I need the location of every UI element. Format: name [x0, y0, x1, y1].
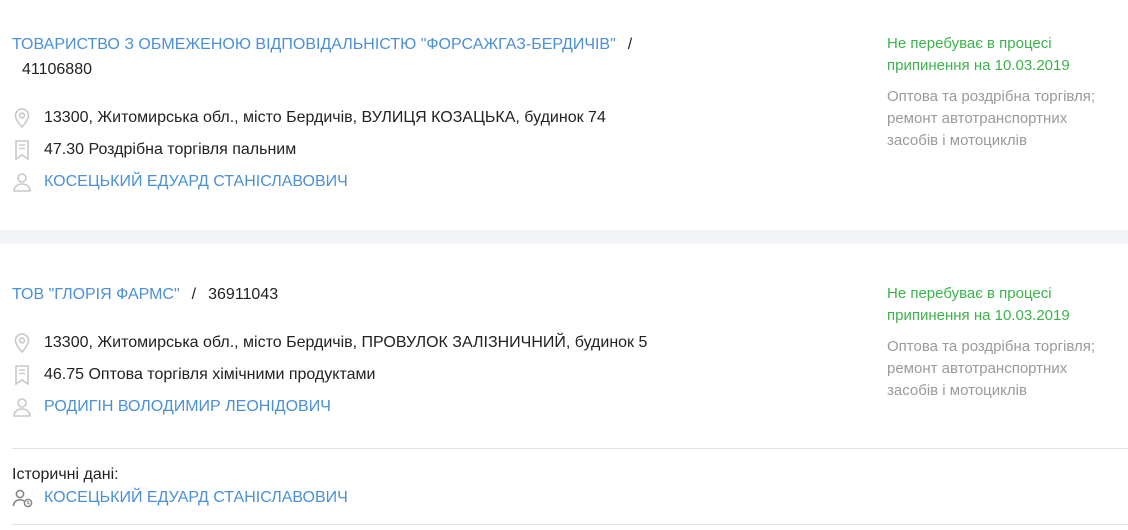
title-separator: / [627, 36, 633, 53]
activity-row: 46.75 Оптова торгівля хімічними продукта… [12, 363, 375, 387]
activity-row: 47.30 Роздрібна торгівля пальним [12, 138, 296, 162]
company-code: 41106880 [22, 61, 92, 78]
head-row: КОСЕЦЬКИЙ ЕДУАРД СТАНІСЛАВОВИЧ [12, 170, 348, 194]
bookmark-icon [12, 140, 32, 160]
company-title: ТОВ "ГЛОРІЯ ФАРМС" / 36911043 [12, 284, 278, 306]
head-row: РОДИГІН ВОЛОДИМИР ЛЕОНІДОВИЧ [12, 395, 331, 419]
history-divider [12, 448, 1128, 449]
person-history-icon [12, 488, 34, 508]
company-code: 36911043 [208, 286, 279, 303]
status-text: Не перебуває в процесі припинення на 10.… [887, 285, 1070, 324]
company-card-1: ТОВАРИСТВО З ОБМЕЖЕНОЮ ВІДПОВІДАЛЬНІСТЮ … [0, 0, 1128, 230]
card-separator [0, 230, 1128, 244]
kved-text: Оптова та роздрібна торгівля; ремонт авт… [887, 88, 1096, 149]
person-icon [12, 172, 32, 192]
company-name-link[interactable]: ТОВ "ГЛОРІЯ ФАРМС" [12, 286, 180, 303]
kved-text: Оптова та роздрібна торгівля; ремонт авт… [887, 338, 1096, 399]
address-row: 13300, Житомирська обл., місто Бердичів,… [12, 106, 606, 130]
bottom-divider [12, 524, 1128, 525]
activity-text: 47.30 Роздрібна торгівля пальним [44, 141, 297, 158]
address-text: 13300, Житомирська обл., місто Бердичів,… [44, 109, 606, 126]
title-separator: / [191, 286, 197, 303]
history-person-link[interactable]: КОСЕЦЬКИЙ ЕДУАРД СТАНІСЛАВОВИЧ [44, 489, 348, 507]
activity-text: 46.75 Оптова торгівля хімічними продукта… [44, 366, 376, 383]
company-name-link[interactable]: ТОВАРИСТВО З ОБМЕЖЕНОЮ ВІДПОВІДАЛЬНІСТЮ … [12, 36, 616, 53]
bookmark-icon [12, 365, 32, 385]
address-row: 13300, Житомирська обл., місто Бердичів,… [12, 331, 647, 355]
status-text: Не перебуває в процесі припинення на 10.… [887, 35, 1070, 74]
location-pin-icon [12, 333, 32, 353]
company-title: ТОВАРИСТВО З ОБМЕЖЕНОЮ ВІДПОВІДАЛЬНІСТЮ … [12, 34, 644, 56]
head-person-link[interactable]: РОДИГІН ВОЛОДИМИР ЛЕОНІДОВИЧ [44, 398, 331, 416]
history-label: Історичні дані: [12, 466, 119, 483]
address-text: 13300, Житомирська обл., місто Бердичів,… [44, 334, 648, 351]
person-icon [12, 397, 32, 417]
history-row: КОСЕЦЬКИЙ ЕДУАРД СТАНІСЛАВОВИЧ [12, 486, 348, 510]
head-person-link[interactable]: КОСЕЦЬКИЙ ЕДУАРД СТАНІСЛАВОВИЧ [44, 173, 348, 191]
location-pin-icon [12, 108, 32, 128]
